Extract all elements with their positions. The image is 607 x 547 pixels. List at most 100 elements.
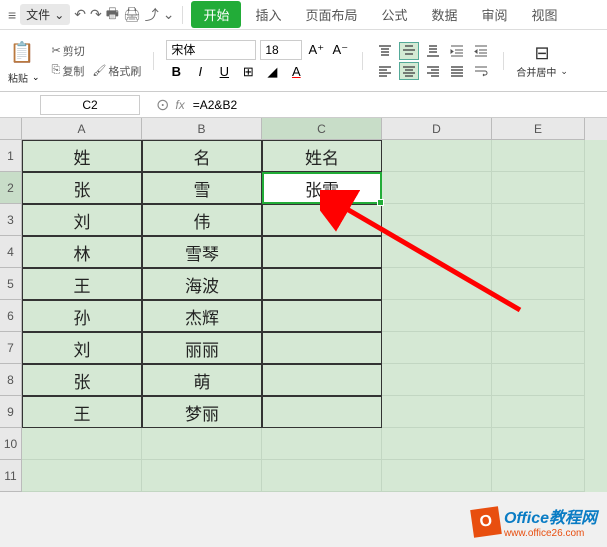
tab-view[interactable]: 视图 [522,1,568,28]
tab-review[interactable]: 审阅 [472,1,518,28]
cell-B5[interactable]: 海波 [142,268,262,300]
cell-B4[interactable]: 雪琴 [142,236,262,268]
cell-A8[interactable]: 张 [22,364,142,396]
cell-A1[interactable]: 姓 [22,140,142,172]
cell-E5[interactable] [492,268,585,300]
row-header-8[interactable]: 8 [0,364,22,396]
cell-B7[interactable]: 丽丽 [142,332,262,364]
copy-button[interactable]: ⎘ 复制 [48,62,89,80]
increase-font-icon[interactable]: A⁺ [306,40,326,60]
cell-D4[interactable] [382,236,492,268]
tab-data[interactable]: 数据 [422,1,468,28]
cell-E6[interactable] [492,300,585,332]
cell-E8[interactable] [492,364,585,396]
cell-A11[interactable] [22,460,142,492]
align-bottom-icon[interactable] [423,42,443,60]
decrease-font-icon[interactable]: A⁻ [330,40,350,60]
col-header-C[interactable]: C [262,118,382,140]
row-header-3[interactable]: 3 [0,204,22,236]
cell-A7[interactable]: 刘 [22,332,142,364]
col-header-B[interactable]: B [142,118,262,140]
cell-C10[interactable] [262,428,382,460]
row-header-2[interactable]: 2 [0,172,22,204]
cell-C7[interactable] [262,332,382,364]
tab-formula[interactable]: 公式 [372,1,418,28]
cell-D11[interactable] [382,460,492,492]
cell-A3[interactable]: 刘 [22,204,142,236]
merge-cells-button[interactable]: ⊟ 合并居中 ⌄ [516,43,568,79]
align-center-icon[interactable] [399,62,419,80]
cell-D10[interactable] [382,428,492,460]
row-header-4[interactable]: 4 [0,236,22,268]
cell-C9[interactable] [262,396,382,428]
cell-D6[interactable] [382,300,492,332]
cell-C3[interactable] [262,204,382,236]
col-header-E[interactable]: E [492,118,585,140]
cell-A6[interactable]: 孙 [22,300,142,332]
align-middle-icon[interactable] [399,42,419,60]
chevron-down-icon[interactable]: ⌄ [32,72,40,83]
save-icon[interactable]: ↶ [74,6,86,23]
align-left-icon[interactable] [375,62,395,80]
file-menu[interactable]: 文件 ⌄ [20,4,70,25]
cell-C4[interactable] [262,236,382,268]
font-color-button[interactable]: A [286,62,306,82]
cell-A5[interactable]: 王 [22,268,142,300]
cell-D3[interactable] [382,204,492,236]
col-header-A[interactable]: A [22,118,142,140]
cell-C2[interactable]: 张雪 [262,172,382,204]
cell-C8[interactable] [262,364,382,396]
wrap-text-icon[interactable] [471,62,491,80]
row-header-1[interactable]: 1 [0,140,22,172]
font-size-select[interactable] [260,40,302,60]
col-header-D[interactable]: D [382,118,492,140]
format-painter-button[interactable]: 🖌 格式刷 [92,63,141,79]
cell-E9[interactable] [492,396,585,428]
tab-start[interactable]: 开始 [191,1,241,28]
select-all-corner[interactable] [0,118,22,140]
cell-B1[interactable]: 名 [142,140,262,172]
cell-A10[interactable] [22,428,142,460]
italic-button[interactable]: I [190,62,210,82]
justify-icon[interactable] [447,62,467,80]
fill-color-button[interactable]: ◢ [262,62,282,82]
cell-B8[interactable]: 萌 [142,364,262,396]
cell-E11[interactable] [492,460,585,492]
cell-C5[interactable] [262,268,382,300]
cut-button[interactable]: ✂ 剪切 [48,42,142,60]
dropdown-icon[interactable]: ⌄ [163,6,175,23]
bold-button[interactable]: B [166,62,186,82]
tab-layout[interactable]: 页面布局 [295,1,367,28]
cell-E7[interactable] [492,332,585,364]
row-header-9[interactable]: 9 [0,396,22,428]
border-button[interactable]: ⊞ [238,62,258,82]
cell-D8[interactable] [382,364,492,396]
print-icon[interactable]: 🖶 [106,3,119,27]
app-menu-icon[interactable]: ≡ [8,7,16,23]
paste-button[interactable]: 📋 [8,36,36,68]
search-icon[interactable]: ⊙ [156,95,169,115]
name-box[interactable] [40,95,140,115]
cell-D1[interactable] [382,140,492,172]
fx-icon[interactable]: fx [175,98,184,112]
row-header-11[interactable]: 11 [0,460,22,492]
row-header-6[interactable]: 6 [0,300,22,332]
row-header-7[interactable]: 7 [0,332,22,364]
cell-B3[interactable]: 伟 [142,204,262,236]
formula-input[interactable] [191,96,599,114]
decrease-indent-icon[interactable] [471,42,491,60]
cell-E4[interactable] [492,236,585,268]
print-preview-icon[interactable]: 🖨 [123,6,141,23]
cell-C11[interactable] [262,460,382,492]
cell-C1[interactable]: 姓名 [262,140,382,172]
cell-D7[interactable] [382,332,492,364]
redo-icon[interactable]: ⤴ [145,5,159,25]
cell-B11[interactable] [142,460,262,492]
cell-D2[interactable] [382,172,492,204]
cell-E2[interactable] [492,172,585,204]
row-header-10[interactable]: 10 [0,428,22,460]
cell-E3[interactable] [492,204,585,236]
underline-button[interactable]: U [214,62,234,82]
cell-A9[interactable]: 王 [22,396,142,428]
font-name-select[interactable] [166,40,256,60]
